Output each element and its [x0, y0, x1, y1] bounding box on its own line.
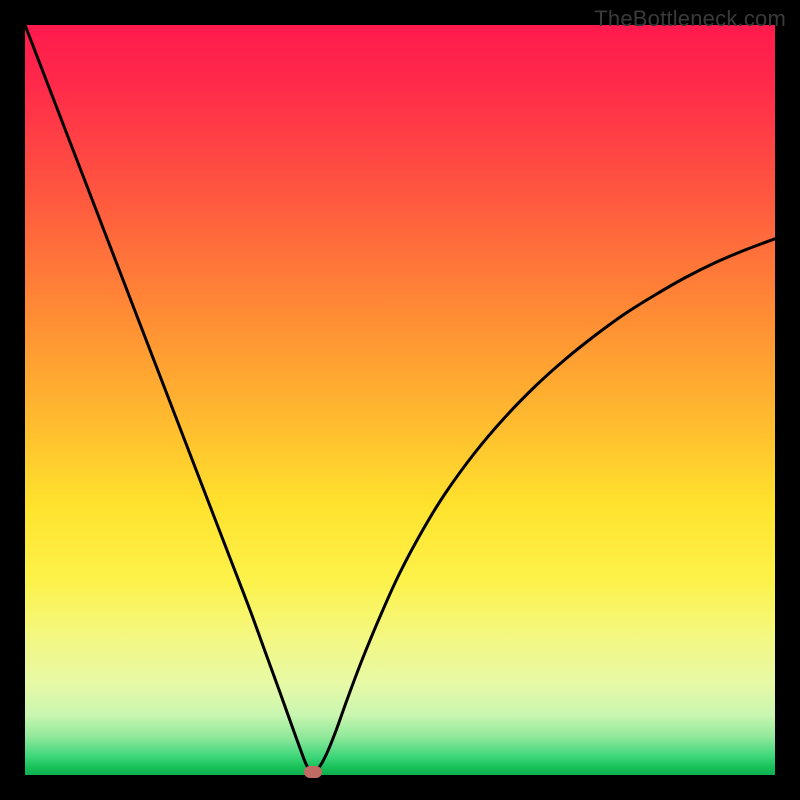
watermark-text: TheBottleneck.com: [594, 6, 786, 32]
chart-frame: TheBottleneck.com: [0, 0, 800, 800]
bottleneck-curve: [25, 25, 775, 775]
plot-area: [25, 25, 775, 775]
minimum-marker: [304, 766, 322, 778]
